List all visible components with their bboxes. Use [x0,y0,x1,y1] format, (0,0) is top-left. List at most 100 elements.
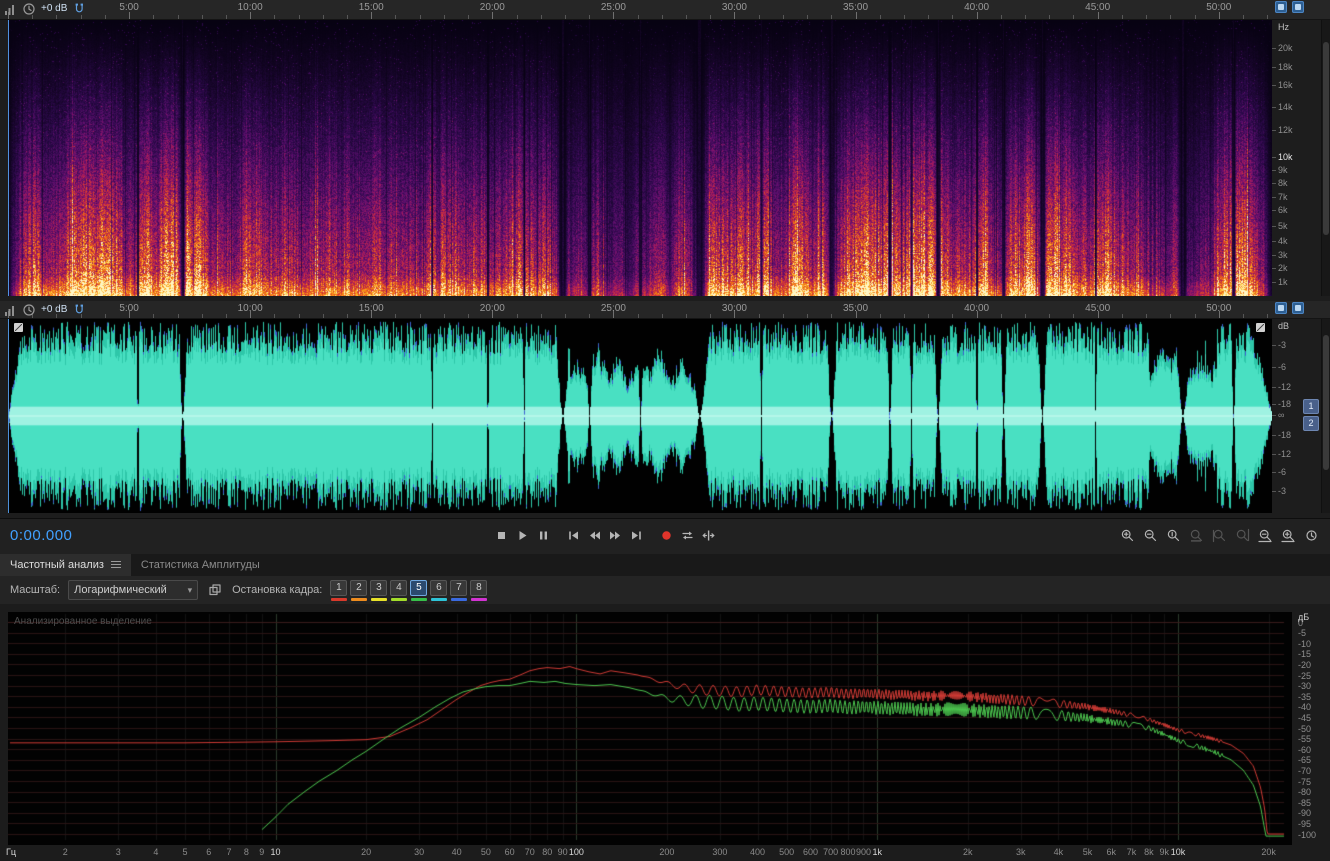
fast-forward-button[interactable] [606,525,624,545]
clock-icon[interactable] [22,2,36,16]
ruler-time-label: 15:00 [358,2,384,13]
scale-label: Масштаб: [10,584,61,596]
x-axis-tick-label: 100 [568,847,584,857]
frame-hold-8[interactable]: 8 [470,579,488,596]
ruler-tick [298,15,300,19]
record-button[interactable] [657,525,675,545]
move-playhead-button[interactable] [699,525,717,545]
x-axis-tick-label: 400 [749,847,766,857]
frequency-scale: Hz 20k 18k 16k 14k 12k 10k 9k 8k 7k 6k 5k 4k 3k 2k 1k [1272,20,1322,296]
go-start-button[interactable] [564,525,582,545]
scale-tick-label: -3 [1271,485,1287,496]
playhead[interactable] [8,319,9,513]
clip-edit-badge-left[interactable] [14,323,23,332]
frame-hold-5[interactable]: 5 [410,579,428,596]
y-axis-tick-label: -20 [1298,659,1312,670]
ruler-tick [1242,15,1244,19]
zoom-in-time-button[interactable] [1256,525,1274,545]
tab-frequency-analysis[interactable]: Частотный анализ [0,554,131,576]
y-axis-tick-label: -75 [1298,776,1312,787]
hold-color-strip [390,597,407,601]
clock-icon[interactable] [22,303,36,317]
frame-hold-6[interactable]: 6 [430,579,448,596]
graph-y-axis: дБ 0 -5 -10 -15 -20 -25 -30 -35 -40 -45 -50 -55 -60-… [1294,612,1328,845]
ruler-tick [274,314,276,318]
zoom-selection-button[interactable] [1187,525,1205,545]
copy-graph-icon[interactable] [206,581,224,599]
play-button[interactable] [513,525,531,545]
x-axis-tick-label: 900 [855,847,871,857]
snap-magnet-icon[interactable] [72,303,86,317]
panel-menu-icon[interactable] [110,561,121,569]
zoom-reset-button[interactable] [1302,525,1320,545]
ruler-tick [540,15,542,19]
ruler-time-label: 30:00 [721,2,747,13]
scale-select[interactable]: Логарифмический ▾ [68,580,199,600]
channel-1-button[interactable]: 1 [1303,399,1319,414]
stop-button[interactable] [492,525,510,545]
spectral-scrollbar[interactable] [1321,20,1330,296]
tab-amplitude-statistics[interactable]: Статистика Амплитуды [131,554,270,576]
loop-button[interactable] [678,525,696,545]
scale-tick-label: 6k [1272,205,1288,216]
ruler-time-label: 5:00 [119,303,139,314]
x-axis-tick-label: 300 [712,847,728,857]
frame-hold-1[interactable]: 1 [330,579,348,596]
waveform-timeline-ruler[interactable]: +0 dB 5:00 10:00 15:00 20:00 25:00 30:00 35:00… [0,301,1330,319]
zoom-amplitude-button[interactable] [1164,525,1182,545]
ruler-tick [710,314,712,318]
hold-color-strip [430,597,447,601]
scale-tick-label: 16k [1272,79,1293,90]
ruler-tick [153,314,155,318]
gain-readout[interactable]: +0 dB [41,3,67,14]
selection-annotation: Анализированное выделение [14,616,152,627]
y-axis-tick-label: -30 [1298,681,1312,692]
panel-option-icon[interactable] [1275,1,1287,13]
zoom-sel-out-button[interactable] [1233,525,1251,545]
waveform-display[interactable] [8,319,1272,513]
frame-hold-3[interactable]: 3 [370,579,388,596]
ruler-tick [976,12,978,19]
zoom-out-button[interactable] [1141,525,1159,545]
ruler-tick [831,314,833,318]
scale-tick-label: -12 [1271,448,1292,459]
zoom-in-button[interactable] [1118,525,1136,545]
time-display[interactable]: 0:00.000 [10,527,72,544]
y-axis-tick-label: -100 [1298,829,1317,840]
frame-hold-7[interactable]: 7 [450,579,468,596]
ruler-tick [1049,314,1051,318]
ruler-tick [201,15,203,19]
clip-edit-badge-right[interactable] [1256,323,1265,332]
levels-icon[interactable] [4,2,17,16]
panel-settings-icon[interactable] [1292,302,1304,314]
frame-hold-2[interactable]: 2 [350,579,368,596]
go-end-button[interactable] [627,525,645,545]
pause-button[interactable] [534,525,552,545]
x-axis-tick-label: 2k [963,847,973,857]
levels-icon[interactable] [4,303,17,317]
rewind-button[interactable] [585,525,603,545]
x-axis-tick-label: 10k [1170,847,1186,857]
y-axis-tick-label: -85 [1298,797,1312,808]
ruler-time-label: 50:00 [1206,303,1232,314]
scale-tick-label: 5k [1272,220,1288,231]
panel-settings-icon[interactable] [1292,1,1304,13]
waveform-scrollbar[interactable] [1321,319,1330,513]
frequency-plot[interactable] [8,612,1292,845]
ruler-time-label: 20:00 [479,2,505,13]
snap-magnet-icon[interactable] [72,2,86,16]
hold-color-strip [330,597,347,601]
scale-tick-label: -6 [1271,361,1287,372]
zoom-sel-in-button[interactable] [1210,525,1228,545]
panel-option-icon[interactable] [1275,302,1287,314]
zoom-out-time-button[interactable] [1279,525,1297,545]
ruler-tick [903,15,905,19]
scale-tick-label: 7k [1272,191,1288,202]
playhead[interactable] [8,20,9,296]
spectral-timeline-ruler[interactable]: +0 dB 5:00 10:00 15:00 20:00 25:00 30:00 35:00… [0,0,1330,20]
gain-readout[interactable]: +0 dB [41,304,67,315]
channel-2-button[interactable]: 2 [1303,416,1319,431]
spectrogram-display[interactable] [8,20,1272,296]
ruler-tick [443,314,445,318]
frame-hold-4[interactable]: 4 [390,579,408,596]
